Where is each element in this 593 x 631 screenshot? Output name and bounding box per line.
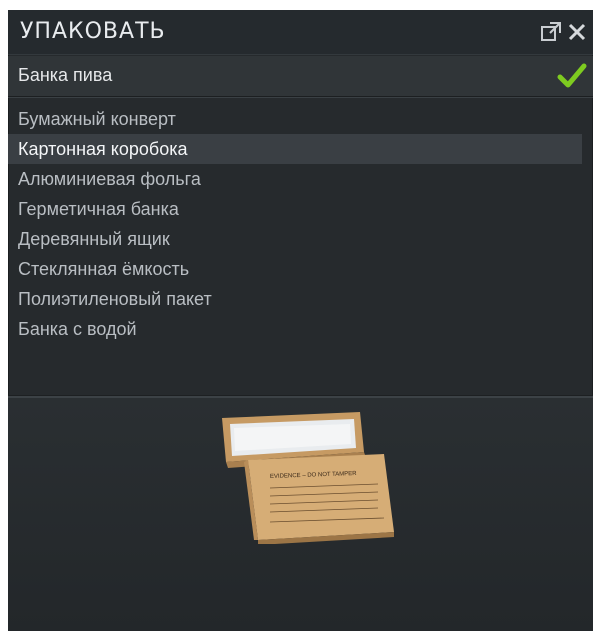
option-item[interactable]: Полиэтиленовый пакет	[8, 284, 582, 314]
check-icon	[557, 63, 587, 88]
option-item[interactable]: Банка с водой	[8, 314, 582, 344]
item-preview: EVIDENCE – DO NOT TAMPER	[8, 398, 593, 631]
cardboard-box-icon: EVIDENCE – DO NOT TAMPER	[222, 412, 394, 544]
option-item[interactable]: Картонная коробока	[8, 134, 582, 164]
option-item[interactable]: Деревянный ящик	[8, 224, 582, 254]
popout-icon[interactable]	[539, 20, 563, 44]
option-item[interactable]: Алюминиевая фольга	[8, 164, 582, 194]
option-item[interactable]: Стеклянная ёмкость	[8, 254, 582, 284]
selected-item-row[interactable]: Банка пива	[8, 56, 593, 97]
window-controls	[539, 20, 589, 44]
option-item[interactable]: Герметичная банка	[8, 194, 582, 224]
option-item[interactable]: Бумажный конверт	[8, 104, 582, 134]
window-title: УПАКОВАТЬ	[20, 19, 166, 44]
selected-item-label: Банка пива	[18, 65, 113, 85]
pack-window: УПАКОВАТЬ Банка пива Бумажный конверт Ка…	[8, 10, 593, 631]
packaging-options-list: Бумажный конверт Картонная коробока Алюм…	[8, 104, 593, 344]
title-bar: УПАКОВАТЬ	[8, 10, 593, 55]
close-icon[interactable]	[565, 20, 589, 44]
